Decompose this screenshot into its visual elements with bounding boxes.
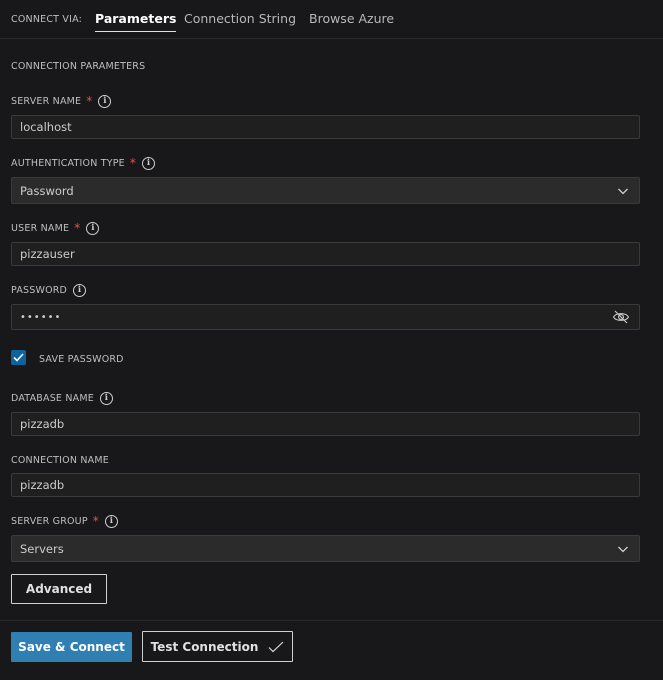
connection-name-label-text: CONNECTION NAME — [11, 454, 109, 466]
server-name-input[interactable]: localhost — [11, 115, 640, 139]
connect-via-label: CONNECT VIA: — [11, 14, 83, 25]
auth-type-value: Password — [20, 183, 74, 198]
password-label-text: PASSWORD — [11, 284, 68, 296]
save-connect-button[interactable]: Save & Connect — [11, 632, 132, 662]
info-icon[interactable]: i — [104, 514, 118, 528]
required-marker: * — [86, 94, 93, 108]
server-name-value: localhost — [20, 120, 72, 134]
required-marker: * — [92, 514, 99, 528]
connection-dialog: CONNECT VIA: Parameters Connection Strin… — [0, 0, 663, 680]
user-name-input[interactable]: pizzauser — [11, 242, 640, 266]
connection-name-input[interactable]: pizzadb — [11, 473, 640, 497]
server-group-value: Servers — [20, 541, 64, 556]
server-group-select[interactable]: Servers — [11, 535, 640, 562]
save-password-checkbox[interactable] — [11, 350, 26, 365]
password-label: PASSWORD i — [11, 283, 87, 297]
required-marker: * — [129, 156, 137, 170]
database-name-label-text: DATABASE NAME — [11, 392, 94, 404]
eye-off-icon[interactable] — [612, 309, 630, 325]
database-name-label: DATABASE NAME i — [11, 391, 113, 405]
chevron-down-icon — [618, 188, 628, 195]
test-connection-button[interactable]: Test Connection — [142, 631, 293, 662]
auth-type-select[interactable]: Password — [11, 177, 640, 204]
connection-name-value: pizzadb — [20, 478, 65, 492]
password-value: •••••• — [20, 311, 62, 323]
info-icon[interactable]: i — [86, 221, 100, 235]
info-icon[interactable]: i — [142, 156, 156, 170]
user-name-label-text: USER NAME — [11, 222, 70, 234]
advanced-button-label: Advanced — [25, 582, 93, 596]
server-name-label: SERVER NAME * i — [11, 94, 112, 108]
test-connection-button-label: Test Connection — [150, 639, 259, 654]
tab-connection-string[interactable]: Connection String — [184, 11, 296, 26]
auth-type-label: AUTHENTICATION TYPE * i — [11, 156, 156, 170]
database-name-input[interactable]: pizzadb — [11, 412, 640, 436]
user-name-label: USER NAME * i — [11, 221, 100, 235]
advanced-button[interactable]: Advanced — [11, 574, 107, 604]
info-icon[interactable]: i — [98, 94, 112, 108]
save-password-label: SAVE PASSWORD — [39, 354, 124, 365]
section-title: CONNECTION PARAMETERS — [11, 61, 146, 72]
database-name-value: pizzadb — [20, 417, 65, 431]
user-name-value: pizzauser — [20, 247, 75, 261]
connect-via-tabbar: CONNECT VIA: Parameters Connection Strin… — [0, 0, 663, 39]
server-name-label-text: SERVER NAME — [11, 95, 82, 107]
info-icon[interactable]: i — [73, 283, 87, 297]
chevron-down-icon — [618, 546, 628, 553]
save-connect-button-label: Save & Connect — [18, 640, 125, 654]
auth-type-label-text: AUTHENTICATION TYPE — [11, 157, 125, 169]
server-group-label-text: SERVER GROUP — [11, 515, 88, 527]
connection-name-label: CONNECTION NAME — [11, 453, 109, 467]
tab-browse-azure[interactable]: Browse Azure — [309, 11, 394, 26]
server-group-label: SERVER GROUP * i — [11, 514, 118, 528]
check-icon — [268, 641, 284, 652]
tab-parameters[interactable]: Parameters — [95, 11, 177, 32]
check-icon — [13, 353, 24, 362]
footer-divider — [0, 620, 663, 621]
required-marker: * — [74, 221, 81, 235]
password-input[interactable]: •••••• — [11, 304, 640, 330]
info-icon[interactable]: i — [99, 391, 113, 405]
